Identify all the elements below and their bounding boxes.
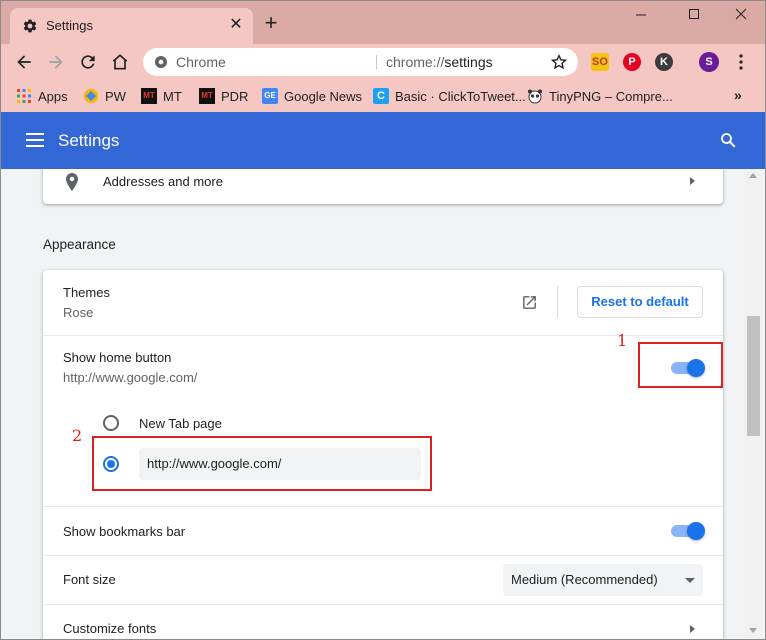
- omnibox-separator: [376, 55, 377, 69]
- pw-icon: [84, 89, 98, 103]
- customize-fonts-row[interactable]: Customize fonts: [43, 605, 723, 640]
- font-size-select[interactable]: Medium (Recommended): [503, 564, 703, 596]
- page-title: Settings: [58, 131, 120, 150]
- home-icon[interactable]: [110, 52, 130, 72]
- bookmark-pw[interactable]: PW: [83, 86, 126, 106]
- chrome-info-icon[interactable]: [153, 54, 169, 70]
- maximize-icon[interactable]: [682, 6, 706, 26]
- tab-settings[interactable]: Settings ✕: [10, 8, 253, 44]
- k-extension-icon[interactable]: K: [655, 53, 673, 71]
- toggle-knob: [687, 522, 705, 540]
- tab-close-icon[interactable]: ✕: [228, 17, 244, 33]
- bookmark-label: Google News: [284, 88, 363, 104]
- omnibox[interactable]: Chrome chrome://settings: [143, 48, 578, 76]
- reload-icon[interactable]: [78, 52, 98, 72]
- bookmark-clicktotweet[interactable]: C Basic · ClickToTweet...: [373, 86, 526, 106]
- omnibox-url[interactable]: chrome://settings: [386, 54, 493, 70]
- search-icon[interactable]: [719, 131, 737, 149]
- bookmark-label: PW: [105, 88, 126, 104]
- bookmarks-bar-toggle[interactable]: [671, 522, 705, 540]
- bookmark-label: Basic · ClickToTweet...: [395, 88, 526, 104]
- bookmarks-bar-label: Show bookmarks bar: [63, 524, 186, 539]
- clicktotweet-icon: C: [373, 88, 389, 104]
- reset-to-default-button[interactable]: Reset to default: [577, 286, 703, 318]
- new-tab-radio[interactable]: [103, 415, 119, 431]
- menu-kebab-icon[interactable]: [738, 54, 744, 70]
- bookmark-label: MT: [163, 88, 182, 104]
- customize-fonts-label: Customize fonts: [63, 621, 157, 636]
- tinypng-icon: [528, 89, 542, 104]
- font-size-label: Font size: [63, 572, 116, 587]
- omnibox-url-scheme: chrome://: [386, 54, 445, 70]
- annotation-box-1: [638, 342, 723, 388]
- themes-label: Themes: [63, 285, 110, 300]
- pinterest-extension-icon[interactable]: P: [623, 53, 641, 71]
- bookmark-apps[interactable]: Apps: [16, 86, 68, 106]
- bookmark-label: PDR: [221, 88, 249, 104]
- addresses-label: Addresses and more: [103, 174, 223, 189]
- bookmark-google-news[interactable]: GE Google News: [262, 86, 362, 106]
- google-news-icon: GE: [262, 88, 278, 104]
- section-title-appearance: Appearance: [43, 237, 116, 252]
- home-button-value: http://www.google.com/: [63, 370, 198, 385]
- bookmark-label: Apps: [38, 88, 68, 104]
- tab-title: Settings: [46, 18, 93, 33]
- forward-arrow-icon[interactable]: [46, 52, 66, 72]
- chevron-right-icon: [690, 625, 695, 633]
- hamburger-menu-icon[interactable]: [26, 132, 44, 148]
- font-size-selected-value: Medium (Recommended): [511, 572, 658, 587]
- annotation-box-2: [92, 436, 432, 491]
- bookmark-star-icon[interactable]: [550, 53, 568, 71]
- bookmark-tinypng[interactable]: TinyPNG – Compre...: [527, 86, 673, 106]
- gear-icon: [23, 19, 37, 33]
- seoquake-extension-icon[interactable]: SO: [591, 53, 609, 71]
- themes-divider: [557, 286, 558, 318]
- title-bar: Settings ✕ +: [0, 0, 766, 44]
- font-size-row: Font size Medium (Recommended): [43, 556, 723, 604]
- back-arrow-icon[interactable]: [14, 52, 34, 72]
- bookmarks-bar-row: Show bookmarks bar: [43, 507, 723, 555]
- mt-icon: MT: [141, 88, 157, 104]
- scrollbar-thumb[interactable]: [747, 316, 760, 436]
- omnibox-url-path: settings: [444, 54, 493, 70]
- home-button-label: Show home button: [63, 350, 172, 365]
- settings-header: Settings: [0, 112, 766, 169]
- window-close-icon[interactable]: [729, 6, 753, 26]
- autofill-card: Addresses and more: [43, 169, 723, 204]
- themes-row: Themes Rose Reset to default: [43, 270, 723, 335]
- toolbar: Chrome chrome://settings SO P K S: [0, 44, 766, 80]
- chevron-right-icon: [690, 177, 695, 185]
- new-tab-icon[interactable]: +: [262, 12, 280, 34]
- pdr-icon: MT: [199, 88, 215, 104]
- open-external-icon[interactable]: [521, 294, 538, 311]
- profile-avatar[interactable]: S: [699, 52, 719, 72]
- settings-content: Addresses and more Appearance Themes Ros…: [0, 169, 766, 640]
- minimize-icon[interactable]: [629, 6, 653, 26]
- scroll-down-arrow-icon[interactable]: [749, 628, 757, 633]
- new-tab-option-label: New Tab page: [139, 416, 222, 431]
- bookmark-mt[interactable]: MT MT: [141, 86, 182, 106]
- bookmarks-overflow-icon[interactable]: »: [734, 87, 742, 103]
- annotation-number-2: 2: [72, 426, 83, 445]
- apps-grid-icon: [17, 89, 31, 103]
- annotation-number-1: 1: [617, 331, 628, 350]
- bookmark-label: TinyPNG – Compre...: [549, 88, 673, 104]
- scroll-up-arrow-icon[interactable]: [749, 173, 757, 178]
- location-pin-icon: [66, 173, 78, 191]
- omnibox-site-chip: Chrome: [176, 54, 226, 70]
- addresses-row[interactable]: Addresses and more: [43, 169, 723, 204]
- dropdown-caret-icon: [685, 578, 695, 583]
- new-tab-option[interactable]: New Tab page: [101, 412, 401, 434]
- bookmark-pdr[interactable]: MT PDR: [199, 86, 248, 106]
- themes-value: Rose: [63, 305, 94, 320]
- bookmarks-bar: Apps PW MT MT MT PDR GE Google News C Ba…: [0, 80, 766, 112]
